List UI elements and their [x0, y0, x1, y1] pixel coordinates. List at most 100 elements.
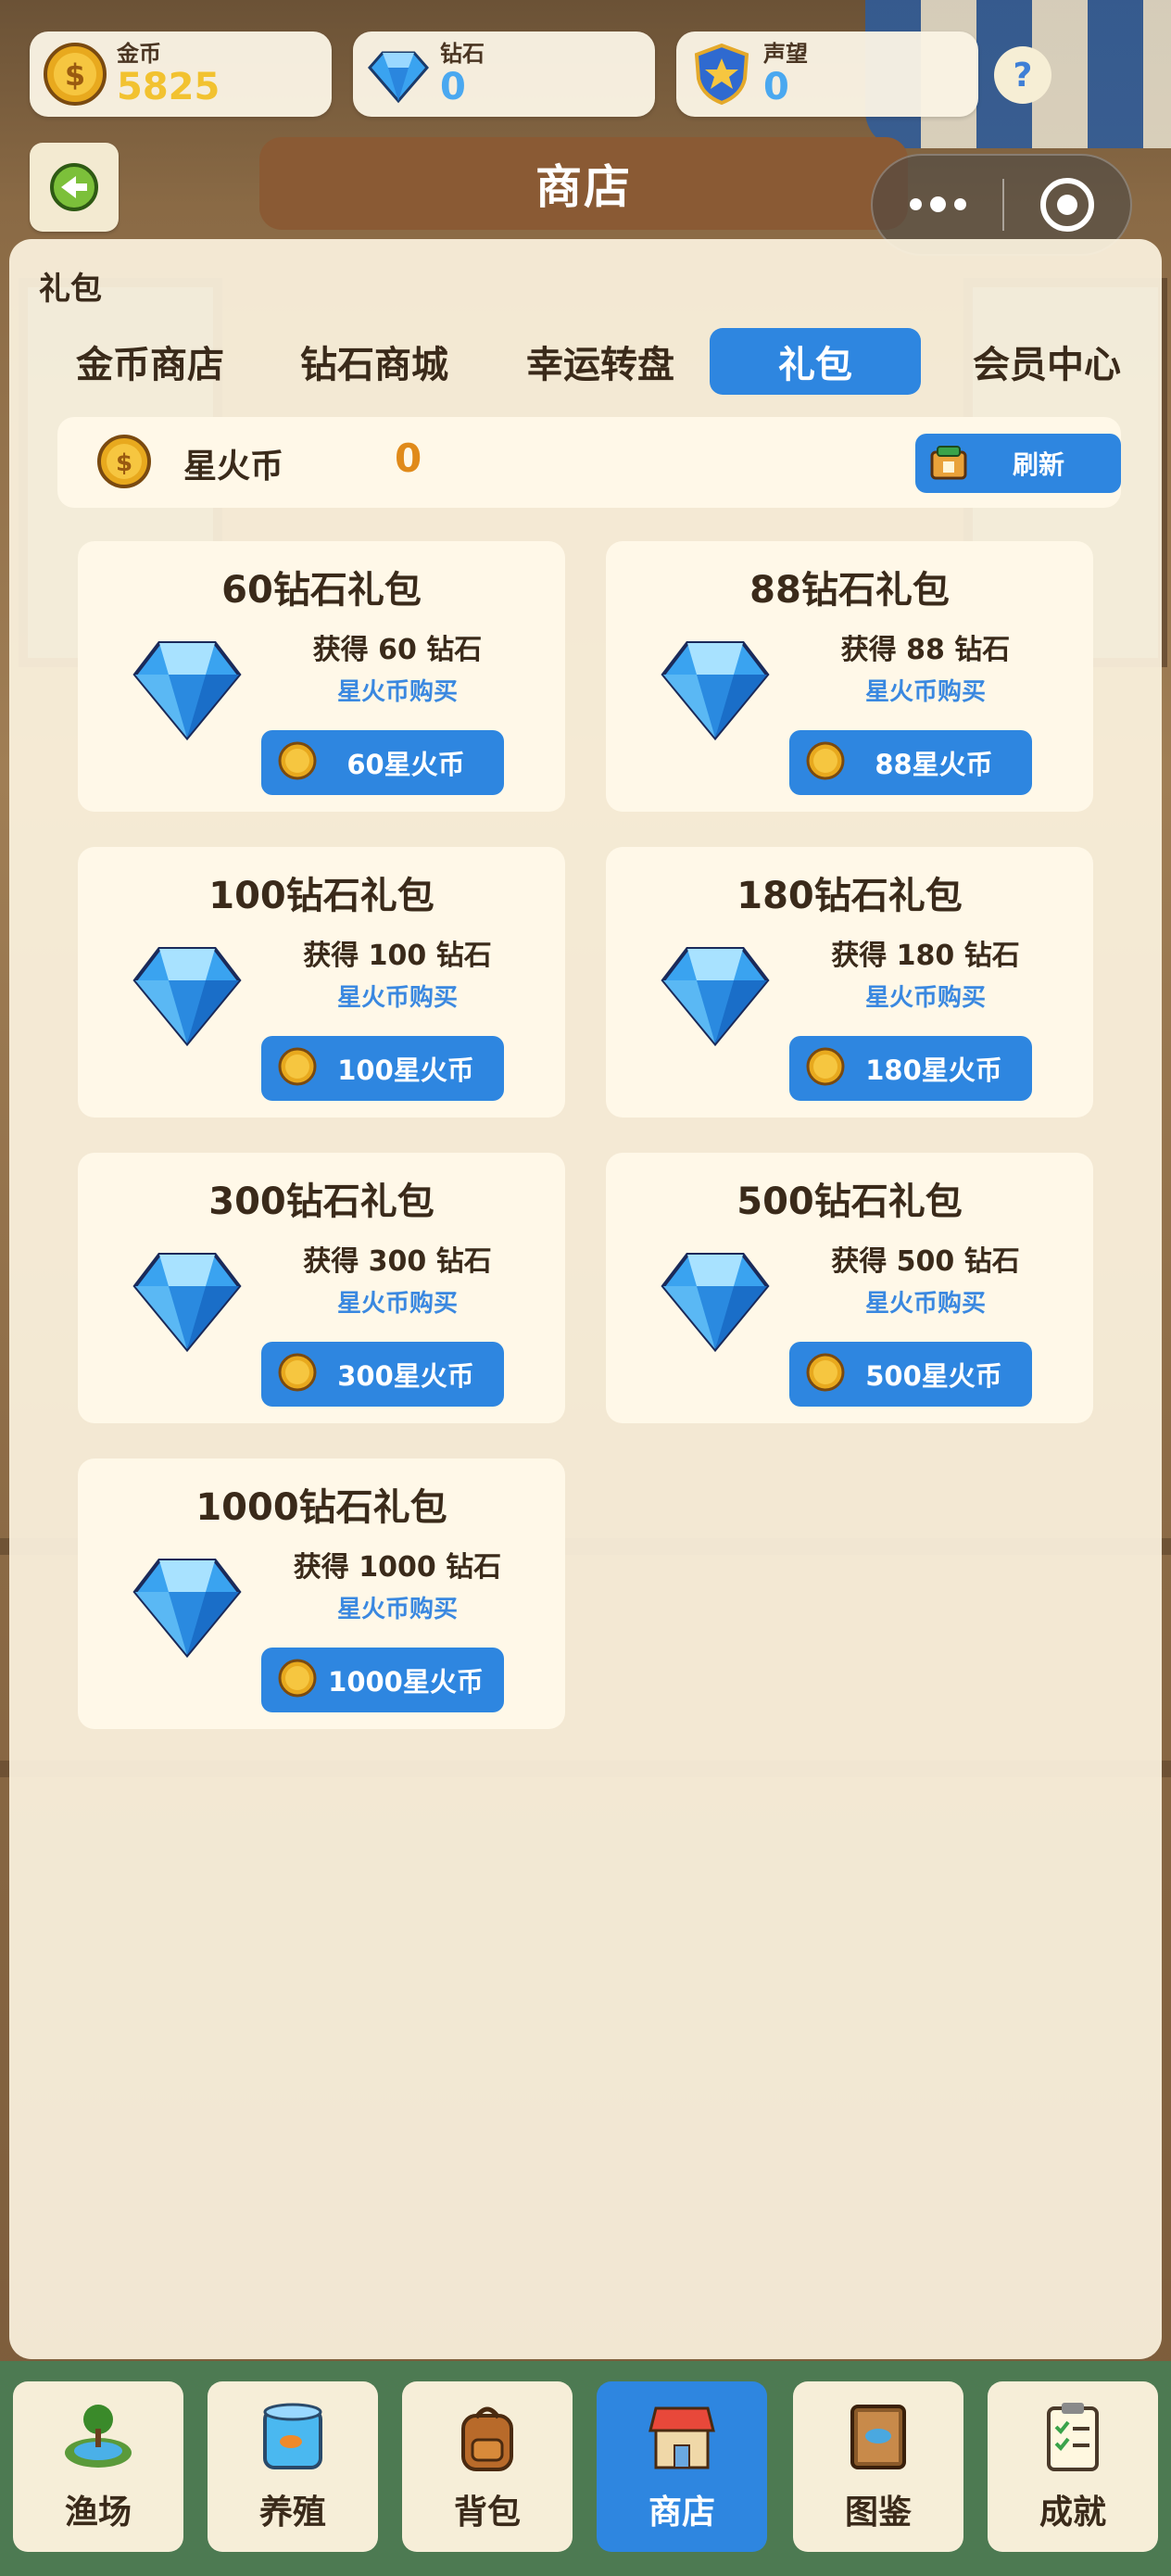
buy-button[interactable]: 180星火币: [789, 1036, 1032, 1101]
pack-reward: 获得 500 钻石: [831, 1245, 1020, 1278]
buy-price: 1000星火币: [328, 1666, 484, 1698]
page-title: 商店: [535, 160, 632, 214]
tab-vip-center[interactable]: 会员中心: [947, 328, 1147, 395]
diamond-icon: [130, 1240, 245, 1358]
nav-label: 背包: [453, 2494, 521, 2532]
gift-pack-card: 88钻石礼包 获得 88 钻石 星火币购买 88星火币: [606, 541, 1093, 812]
gift-pack-card: 1000钻石礼包获得 1000 钻石星火币购买 1000星火币: [78, 1458, 565, 1729]
buy-button[interactable]: 500星火币: [789, 1342, 1032, 1407]
pack-purchase-method: 星火币购买: [336, 1596, 458, 1623]
diamond-stat: 钻石 0: [353, 32, 655, 117]
spark-coin-icon: [806, 741, 845, 784]
pack-title: 180钻石礼包: [737, 875, 963, 917]
shield-star-icon: [689, 42, 754, 107]
refresh-label: 刷新: [1012, 449, 1064, 480]
diamond-value: 0: [440, 66, 466, 108]
reputation-value: 0: [763, 66, 789, 108]
buy-button[interactable]: 1000星火币: [261, 1648, 504, 1712]
gold-label: 金币: [117, 41, 161, 67]
buy-button[interactable]: 300星火币: [261, 1342, 504, 1407]
nav-backpack[interactable]: 背包: [402, 2381, 573, 2552]
more-icon[interactable]: [873, 196, 1002, 212]
back-button[interactable]: [30, 143, 119, 232]
tab-lucky-wheel[interactable]: 幸运转盘: [500, 328, 700, 395]
spark-coin-icon: $: [96, 434, 152, 493]
pack-purchase-method: 星火币购买: [864, 1290, 986, 1318]
nav-encyclopedia[interactable]: 图鉴: [793, 2381, 963, 2552]
diamond-icon: [130, 628, 245, 747]
spark-coin-icon: [278, 1047, 317, 1090]
svg-text:$: $: [65, 57, 85, 93]
nav-fishing-ground[interactable]: 渔场: [13, 2381, 183, 2552]
gift-pack-card: 60钻石礼包获得 60 钻石星火币购买 60星火币: [78, 541, 565, 812]
currency-amount: 0: [395, 436, 422, 481]
nav-label: 商店: [648, 2494, 715, 2532]
fish-tank-icon: [251, 2394, 334, 2478]
nav-label: 成就: [1039, 2494, 1106, 2532]
diamond-icon: [130, 934, 245, 1053]
diamond-icon: [658, 628, 773, 747]
spark-coin-icon: [806, 1047, 845, 1090]
backpack-icon: [446, 2394, 529, 2478]
gift-pack-card: 180钻石礼包获得 180 钻石星火币购买 180星火币: [606, 847, 1093, 1118]
nav-label: 图鉴: [844, 2494, 912, 2532]
buy-price: 300星火币: [337, 1360, 474, 1392]
nav-label: 渔场: [64, 2494, 132, 2532]
pack-purchase-method: 星火币购买: [336, 984, 458, 1012]
checklist-icon: [1031, 2394, 1114, 2478]
svg-text:$: $: [116, 449, 132, 477]
diamond-icon: [130, 1546, 245, 1664]
gift-pack-card: 300钻石礼包 获得 300 钻石 星火币购买 300星火币: [78, 1153, 565, 1423]
nav-breeding[interactable]: 养殖: [208, 2381, 378, 2552]
pack-title: 60钻石礼包: [221, 569, 422, 612]
pack-reward: 获得 60 钻石: [312, 634, 483, 666]
currency-row: $ 星火币 0 刷新: [57, 417, 1121, 508]
back-arrow-icon: [50, 163, 98, 211]
buy-price: 60星火币: [346, 749, 465, 780]
tab-gift-packs[interactable]: 礼包: [710, 328, 921, 395]
pack-reward: 获得 1000 钻石: [293, 1551, 502, 1584]
nav-label: 养殖: [258, 2494, 326, 2532]
buy-price: 180星火币: [865, 1054, 1002, 1086]
diamond-icon: [366, 42, 431, 107]
pack-purchase-method: 星火币购买: [336, 678, 458, 706]
page-title-plank: 商店: [259, 137, 908, 230]
diamond-icon: [658, 934, 773, 1053]
help-button[interactable]: ?: [994, 46, 1051, 104]
buy-button[interactable]: 88星火币: [789, 730, 1032, 795]
shop-icon: [640, 2394, 724, 2478]
refresh-button[interactable]: 刷新: [915, 434, 1121, 493]
reputation-stat: 声望 0: [676, 32, 978, 117]
fish-book-icon: [837, 2394, 920, 2478]
gold-stat: $ 金币 5825: [30, 32, 332, 117]
close-target-icon[interactable]: [1004, 176, 1130, 234]
buy-price: 500星火币: [865, 1360, 1002, 1392]
tab-gold-shop[interactable]: 金币商店: [50, 328, 250, 395]
spark-coin-icon: [806, 1353, 845, 1395]
pack-reward: 获得 300 钻石: [303, 1245, 492, 1278]
pack-title: 500钻石礼包: [737, 1181, 963, 1223]
buy-button[interactable]: 60星火币: [261, 730, 504, 795]
spark-coin-icon: [278, 1353, 317, 1395]
diamond-label: 钻石: [440, 41, 485, 67]
tab-diamond-mall[interactable]: 钻石商城: [274, 328, 474, 395]
gift-pack-card: 500钻石礼包获得 500 钻石星火币购买 500星火币: [606, 1153, 1093, 1423]
currency-name: 星火币: [183, 448, 284, 486]
buy-button[interactable]: 100星火币: [261, 1036, 504, 1101]
panel-section-label: 礼包: [39, 271, 102, 308]
spark-coin-icon: [278, 741, 317, 784]
diamond-icon: [658, 1240, 773, 1358]
pack-purchase-method: 星火币购买: [864, 678, 986, 706]
gold-value: 5825: [117, 66, 220, 108]
pack-reward: 获得 180 钻石: [831, 940, 1020, 972]
buy-price: 88星火币: [875, 749, 993, 780]
refresh-shop-icon: [921, 445, 976, 482]
nav-achievements[interactable]: 成就: [988, 2381, 1158, 2552]
pack-title: 1000钻石礼包: [195, 1486, 447, 1529]
reputation-label: 声望: [763, 41, 808, 67]
spark-coin-icon: [278, 1659, 317, 1701]
shop-tabs: 金币商店 钻石商城 幸运转盘 礼包 会员中心: [9, 328, 1162, 395]
pack-purchase-method: 星火币购买: [864, 984, 986, 1012]
nav-shop[interactable]: 商店: [597, 2381, 767, 2552]
pack-title: 88钻石礼包: [749, 569, 950, 612]
